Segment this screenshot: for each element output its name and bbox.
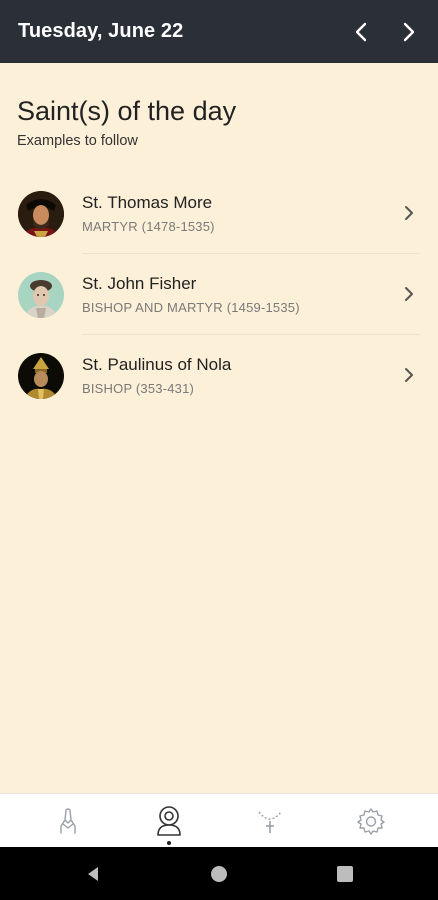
portrait-thomas-more-icon bbox=[18, 191, 64, 237]
saint-description: BISHOP AND MARTYR (1459-1535) bbox=[82, 300, 300, 315]
previous-day-button[interactable] bbox=[342, 12, 382, 52]
saint-list-item[interactable]: St. Thomas More MARTYR (1478-1535) bbox=[0, 173, 438, 254]
rosary-icon bbox=[258, 811, 282, 833]
bottom-navigation bbox=[0, 793, 438, 847]
saint-list-item[interactable]: St. Paulinus of Nola BISHOP (353-431) bbox=[0, 335, 438, 416]
date-title: Tuesday, June 22 bbox=[18, 20, 184, 42]
saint-name: St. Paulinus of Nola bbox=[82, 355, 232, 374]
active-tab-indicator bbox=[167, 841, 171, 845]
page-title: Saint(s) of the day bbox=[17, 96, 237, 126]
page-subtitle: Examples to follow bbox=[17, 133, 138, 149]
saint-portrait-avatar bbox=[18, 353, 64, 399]
saint-portrait-avatar bbox=[18, 272, 64, 318]
system-back-button[interactable] bbox=[80, 861, 106, 887]
tab-saints[interactable] bbox=[119, 794, 219, 848]
portrait-john-fisher-icon bbox=[18, 272, 64, 318]
system-navigation-bar bbox=[0, 847, 438, 900]
saint-description: BISHOP (353-431) bbox=[82, 381, 195, 396]
chevron-right-icon bbox=[405, 206, 413, 220]
saint-portrait-avatar bbox=[18, 191, 64, 237]
praying-hands-icon bbox=[60, 808, 76, 834]
home-icon bbox=[211, 866, 227, 882]
saint-name: St. John Fisher bbox=[82, 274, 197, 293]
chevron-right-icon bbox=[405, 368, 413, 382]
saint-list-item[interactable]: St. John Fisher BISHOP AND MARTYR (1459-… bbox=[0, 254, 438, 335]
tab-prayers[interactable] bbox=[18, 794, 118, 848]
back-icon bbox=[88, 867, 98, 881]
chevron-left-icon bbox=[355, 22, 367, 41]
system-recents-button[interactable] bbox=[332, 861, 358, 887]
next-day-button[interactable] bbox=[388, 12, 428, 52]
portrait-paulinus-icon bbox=[18, 353, 64, 399]
chevron-right-icon bbox=[403, 22, 415, 41]
main-content: Saint(s) of the day Examples to follow S… bbox=[0, 63, 438, 793]
saint-name: St. Thomas More bbox=[82, 193, 213, 212]
saint-description: MARTYR (1478-1535) bbox=[82, 219, 215, 234]
system-home-button[interactable] bbox=[206, 861, 232, 887]
top-app-bar: Tuesday, June 22 bbox=[0, 0, 438, 63]
gear-icon bbox=[357, 808, 385, 835]
saints-list: St. Thomas More MARTYR (1478-1535) St. J… bbox=[0, 173, 438, 416]
tab-rosary[interactable] bbox=[220, 794, 320, 848]
chevron-right-icon bbox=[405, 287, 413, 301]
recents-icon bbox=[337, 866, 353, 882]
saint-person-icon bbox=[157, 806, 181, 836]
tab-settings[interactable] bbox=[321, 794, 421, 848]
